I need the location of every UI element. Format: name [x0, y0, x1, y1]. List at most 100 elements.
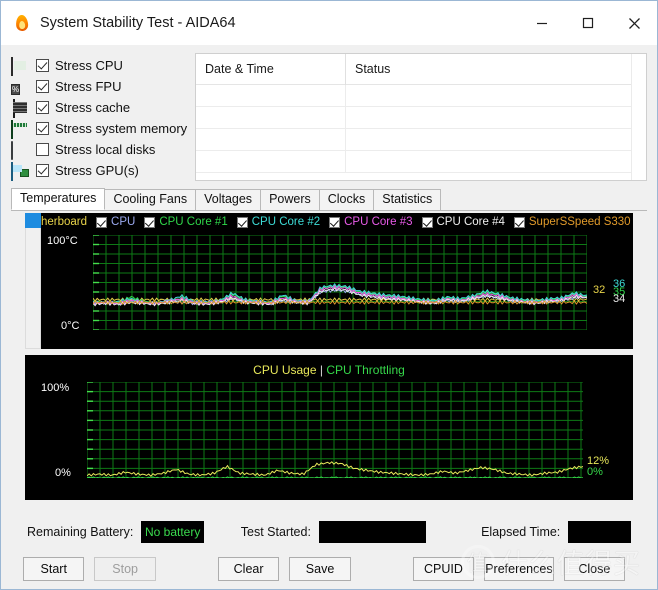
memory-stick-icon: [11, 120, 29, 140]
aida64-stability-test-window: System Stability Test - AIDA64 Stress CP…: [0, 0, 658, 590]
tab-voltages[interactable]: Voltages: [195, 189, 262, 210]
window-controls: [519, 1, 657, 45]
remaining-battery-label: Remaining Battery:: [27, 525, 134, 539]
temperature-line-chart: [93, 235, 587, 330]
temp-value-core-4: 34: [613, 293, 626, 305]
cpu-usage-title-label: CPU Usage: [253, 363, 317, 377]
option-stress-gpus[interactable]: Stress GPU(s): [11, 161, 187, 182]
table-row[interactable]: [196, 151, 646, 173]
top-area: Stress CPU % Stress FPU Stress cache Str…: [11, 53, 647, 182]
legend-label-cpu-core-4: CPU Core #4: [436, 216, 505, 228]
legend-label-cpu-core-2: CPU Core #2: [251, 216, 321, 228]
test-started-label: Test Started:: [240, 525, 311, 539]
preferences-button-label: Preferences: [485, 562, 553, 576]
event-log-body: [196, 85, 646, 180]
event-log-list[interactable]: Date & Time Status: [195, 53, 647, 181]
cache-module-icon: [11, 98, 29, 118]
start-button-label: Start: [40, 562, 67, 576]
remaining-battery-value: No battery: [141, 521, 205, 543]
tab-temperatures[interactable]: Temperatures: [11, 188, 106, 210]
tab-statistics[interactable]: Statistics: [373, 189, 442, 210]
legend-item-cpu-core-1[interactable]: CPU Core #1: [144, 216, 228, 228]
close-dialog-button[interactable]: Close: [563, 557, 626, 581]
stop-button-label: Stop: [112, 562, 139, 576]
save-button-label: Save: [305, 562, 335, 576]
legend-item-motherboard[interactable]: herboard: [41, 216, 87, 228]
clear-button[interactable]: Clear: [217, 557, 280, 581]
elapsed-time-label: Elapsed Time:: [481, 525, 561, 539]
title-bar: System Stability Test - AIDA64: [1, 1, 657, 45]
option-stress-local-disks[interactable]: Stress local disks: [11, 140, 187, 161]
option-stress-cpu[interactable]: Stress CPU: [11, 55, 187, 76]
tab-cooling-fans[interactable]: Cooling Fans: [104, 189, 197, 210]
event-log-header: Date & Time Status: [196, 54, 646, 85]
cpuid-button[interactable]: CPUID: [412, 557, 475, 581]
cpu-throttling-title-label: CPU Throttling: [326, 363, 405, 377]
cpu-chart-title: CPU Usage | CPU Throttling: [25, 363, 633, 377]
close-dialog-button-label: Close: [578, 562, 611, 576]
legend-checkbox-cpu[interactable]: [96, 216, 108, 228]
temperature-legend: herboard CPU CPU Core #1 CPU Core #2 CPU…: [41, 214, 633, 230]
stop-button[interactable]: Stop: [94, 557, 156, 581]
option-stress-fpu[interactable]: % Stress FPU: [11, 76, 187, 96]
legend-checkbox-superspeed-s330[interactable]: [513, 216, 525, 228]
window-content: Stress CPU % Stress FPU Stress cache Str…: [1, 45, 657, 589]
legend-item-cpu-core-3[interactable]: CPU Core #3: [329, 216, 413, 228]
save-button[interactable]: Save: [289, 557, 351, 581]
legend-item-cpu[interactable]: CPU: [96, 216, 135, 228]
cpu-usage-graph-panel: CPU Usage | CPU Throttling 100% 0% 12% 0…: [25, 355, 633, 500]
stress-cache-checkbox[interactable]: [36, 100, 49, 114]
stress-fpu-label: Stress FPU: [55, 78, 122, 94]
scrollbar-thumb[interactable]: [25, 213, 42, 228]
cpu-usage-value: 12%: [587, 455, 610, 467]
hard-disk-icon: [11, 141, 29, 161]
graph-panels: herboard CPU CPU Core #1 CPU Core #2 CPU…: [11, 211, 647, 505]
stress-gpu-label: Stress GPU(s): [55, 163, 139, 179]
event-log-scrollbar[interactable]: [631, 54, 646, 180]
preferences-button[interactable]: Preferences: [484, 557, 554, 581]
stress-memory-checkbox[interactable]: [36, 122, 49, 136]
cpu-y-axis-top-label: 100%: [41, 382, 70, 394]
table-row[interactable]: [196, 85, 646, 107]
cpu-title-separator: |: [319, 363, 323, 377]
legend-item-cpu-core-2[interactable]: CPU Core #2: [236, 216, 321, 228]
legend-checkbox-cpu-core-4[interactable]: [421, 216, 433, 228]
close-button[interactable]: [611, 1, 657, 45]
column-header-date-time[interactable]: Date & Time: [196, 54, 346, 85]
maximize-button[interactable]: [565, 1, 611, 45]
legend-checkbox-cpu-core-1[interactable]: [144, 216, 156, 228]
legend-checkbox-cpu-core-3[interactable]: [329, 216, 341, 228]
option-stress-cache[interactable]: Stress cache: [11, 97, 187, 118]
fpu-chip-icon: %: [11, 83, 21, 95]
temperature-plot-area: herboard CPU CPU Core #1 CPU Core #2 CPU…: [41, 213, 633, 349]
tab-powers[interactable]: Powers: [260, 189, 320, 210]
sensor-tabs: Temperatures Cooling Fans Voltages Power…: [11, 188, 647, 211]
legend-checkbox-cpu-core-2[interactable]: [236, 216, 248, 228]
button-bar: Start Stop Clear Save CPUID Preferences …: [11, 544, 647, 589]
status-row: Remaining Battery: No battery Test Start…: [27, 515, 632, 549]
option-stress-system-memory[interactable]: Stress system memory: [11, 119, 187, 140]
temp-value-motherboard: 32: [593, 284, 606, 296]
clear-button-label: Clear: [233, 562, 264, 576]
table-row[interactable]: [196, 129, 646, 151]
start-button[interactable]: Start: [23, 557, 85, 581]
legend-item-superspeed-s330[interactable]: SuperSSpeed S330 5: [513, 216, 633, 228]
column-header-status[interactable]: Status: [346, 54, 646, 85]
stress-options-group: Stress CPU % Stress FPU Stress cache Str…: [11, 53, 187, 182]
table-row[interactable]: [196, 107, 646, 129]
stress-cpu-checkbox[interactable]: [36, 58, 49, 72]
temperature-graph-panel: herboard CPU CPU Core #1 CPU Core #2 CPU…: [25, 213, 633, 349]
minimize-button[interactable]: [519, 1, 565, 45]
stress-fpu-checkbox[interactable]: [36, 79, 49, 93]
test-started-value: [318, 521, 427, 543]
cpu-usage-line-chart: [87, 382, 583, 478]
legend-label-cpu-core-3: CPU Core #3: [344, 216, 413, 228]
temp-y-axis-top-label: 100°C: [47, 235, 78, 247]
stress-cache-label: Stress cache: [55, 99, 131, 115]
cpu-throttling-value: 0%: [587, 466, 603, 478]
tab-clocks[interactable]: Clocks: [318, 189, 375, 210]
temperature-sensor-scrollbar[interactable]: [25, 213, 42, 349]
stress-gpu-checkbox[interactable]: [36, 164, 49, 178]
legend-item-cpu-core-4[interactable]: CPU Core #4: [421, 216, 505, 228]
stress-disks-checkbox[interactable]: [36, 143, 49, 157]
